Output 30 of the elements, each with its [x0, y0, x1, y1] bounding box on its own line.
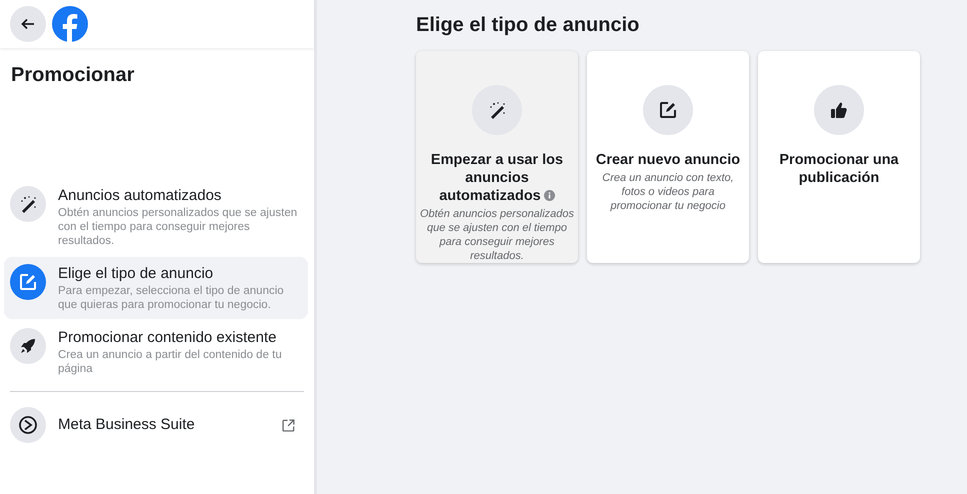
card-description: Crea un anuncio con texto, fotos o videos para promocionar tu negocio	[601, 171, 735, 213]
card-title: Promocionar una publicación	[778, 151, 900, 187]
menu-item-label: Anuncios automatizados	[58, 186, 222, 206]
back-button[interactable]	[10, 6, 46, 42]
menu-item-description: Crea un anuncio a partir del contenido de tu página	[58, 348, 283, 376]
info-icon	[544, 190, 555, 201]
menu-item[interactable]: Promocionar contenido existente Crea un anuncio a partir del contenido de tu página	[4, 321, 308, 383]
ad-type-card[interactable]: Empezar a usar los anuncios automatizados Obtén anuncios personalizados que se ajusten con el tiempo para conseguir mejores resultados.	[416, 51, 578, 263]
menu-item[interactable]: Anuncios automatizados Obtén anuncios personalizados que se ajusten con el tiempo para conseguir mejores resultados.	[4, 179, 308, 255]
external-link-icon	[281, 418, 296, 432]
card-title: Crear nuevo anuncio	[596, 151, 740, 169]
card-title: Empezar a usar los anuncios automatizados	[430, 151, 564, 205]
page-title: Elige el tipo de anuncio	[416, 14, 640, 37]
menu-item-label: Elige el tipo de anuncio	[58, 264, 214, 284]
sidebar-title: Promocionar	[11, 64, 136, 87]
menu-item-description: Obtén anuncios personalizados que se ajusten con el tiempo para conseguir mejores resultados.	[58, 206, 298, 248]
menu-item[interactable]: Elige el tipo de anuncio Para empezar, selecciona el tipo de anuncio que quieras para promocionar tu negocio.	[4, 257, 308, 319]
rocket-icon	[18, 336, 38, 356]
menu-item-label: Meta Business Suite	[58, 415, 196, 435]
menu-item-description: Para empezar, selecciona el tipo de anuncio que quieras para promocionar tu negocio.	[58, 284, 285, 312]
back-arrow-icon	[20, 16, 36, 32]
edit-icon	[658, 100, 678, 120]
menu-item-label: Promocionar contenido existente	[58, 328, 278, 348]
edit-icon	[18, 272, 38, 292]
ad-type-card[interactable]: Crear nuevo anuncio Crea un anuncio con texto, fotos o videos para promocionar tu negocio	[587, 51, 749, 263]
facebook-logo-icon[interactable]	[52, 6, 88, 42]
card-description: Obtén anuncios personalizados que se ajusten con el tiempo para conseguir mejores resultados.	[419, 207, 575, 263]
ad-type-card[interactable]: Promocionar una publicación	[758, 51, 920, 263]
thumbs-up-icon	[829, 100, 849, 120]
menu-item[interactable]: Meta Business Suite	[4, 400, 308, 450]
